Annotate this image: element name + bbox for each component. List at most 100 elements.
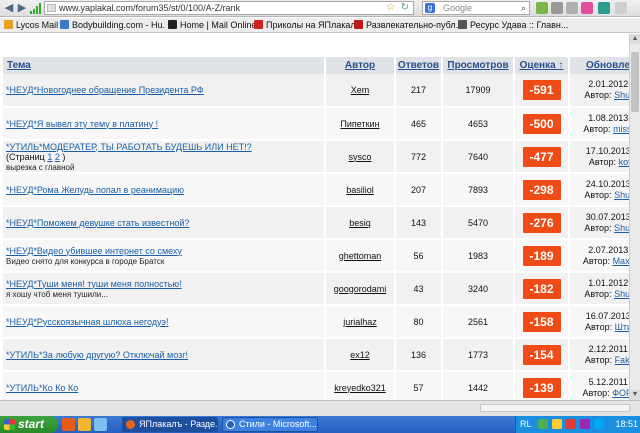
table-row: *НЕУД*Туши меня! туши меня полностью! я х… bbox=[3, 272, 629, 306]
topic-description: я хошу чтоб меня тушили... bbox=[6, 289, 108, 299]
tray-volume-icon[interactable] bbox=[552, 419, 562, 429]
column-header-rating[interactable]: Оценка ↑ bbox=[514, 57, 570, 74]
table-row: *НЕУД*Видео убившее интернет со смеху Вид… bbox=[3, 239, 629, 273]
column-header-topic[interactable]: Тема bbox=[3, 57, 326, 74]
author-link[interactable]: jurialhaz bbox=[343, 317, 377, 327]
signal-icon bbox=[30, 3, 42, 14]
topic-page-link[interactable]: 2 bbox=[55, 152, 60, 162]
scroll-up-icon[interactable]: ▲ bbox=[630, 34, 640, 44]
topic-page-link[interactable]: 1 bbox=[47, 152, 52, 162]
downloads-icon[interactable] bbox=[551, 2, 563, 14]
topic-title-link[interactable]: *УТИЛЬ*За любую другую? Отключай мозг! bbox=[6, 350, 188, 360]
replies-cell: 80 bbox=[395, 305, 443, 339]
topic-title-link[interactable]: *УТИЛЬ*Ко Ко Ко bbox=[6, 383, 78, 393]
author-cell: Xem bbox=[325, 74, 396, 108]
author-link[interactable]: kreyedko321 bbox=[334, 383, 386, 393]
bookmark-item[interactable]: Home | Mail Online bbox=[168, 19, 254, 32]
tray-messenger-icon[interactable] bbox=[594, 419, 604, 429]
google-icon[interactable]: g bbox=[425, 3, 435, 13]
author-link[interactable]: Пипеткин bbox=[340, 119, 379, 129]
last-update-author-link[interactable]: Shum bbox=[614, 289, 629, 299]
quicklaunch-folder-icon[interactable] bbox=[78, 418, 91, 431]
tray-antivirus-icon[interactable] bbox=[566, 419, 576, 429]
table-header-row: Тема Автор Ответов Просмотров Оценка ↑ О… bbox=[3, 57, 629, 74]
site-favicon-icon bbox=[47, 4, 56, 12]
topic-title-link[interactable]: *НЕУД*Новогоднее обращение Президента РФ bbox=[6, 85, 204, 95]
last-update-author-link[interactable]: Shum bbox=[614, 223, 629, 233]
last-update-author-link[interactable]: Shum bbox=[614, 90, 629, 100]
start-button[interactable]: start bbox=[0, 416, 58, 433]
horizontal-scrollbar[interactable] bbox=[480, 404, 630, 412]
last-update-cell: 2.01.2012 -Автор: Shum bbox=[569, 74, 629, 108]
last-update-label: Автор: bbox=[582, 255, 611, 266]
author-link[interactable]: Xem bbox=[351, 85, 370, 95]
topic-title-link[interactable]: *НЕУД*Рома Желудь попал в реанимацию bbox=[6, 185, 184, 195]
table-row: *НЕУД*Новогоднее обращение Президента РФ… bbox=[3, 74, 629, 108]
scrollbar-thumb[interactable] bbox=[631, 52, 639, 112]
last-update-date: 2.01.2012 - bbox=[588, 79, 629, 89]
column-header-replies[interactable]: Ответов bbox=[395, 57, 443, 74]
tray-app-icon[interactable] bbox=[580, 419, 590, 429]
reload-icon[interactable]: ↻ bbox=[401, 2, 409, 14]
language-indicator[interactable]: RL bbox=[520, 416, 532, 433]
shield-icon[interactable] bbox=[598, 2, 610, 14]
author-cell: basiliol bbox=[325, 173, 396, 207]
bookmark-item[interactable]: Ресурс Удава :: Главн... bbox=[458, 19, 626, 32]
home-icon[interactable] bbox=[566, 2, 578, 14]
bookmark-item[interactable]: Развлекательно-публ... bbox=[354, 19, 458, 32]
last-update-author-link[interactable]: kott bbox=[619, 157, 629, 167]
quicklaunch-browser-icon[interactable] bbox=[62, 418, 75, 431]
last-update-author-link[interactable]: Штир bbox=[615, 322, 629, 332]
topic-title-link[interactable]: *НЕУД*Русскоязычная шлюха негодуэ! bbox=[6, 317, 169, 327]
scroll-down-icon[interactable]: ▼ bbox=[630, 390, 640, 400]
search-bar[interactable]: g Google ⌕ bbox=[422, 1, 530, 15]
bookmarks-toolbar: Lycos Mail Bodybuilding.com - Hu... Home… bbox=[0, 18, 640, 33]
bookmark-item[interactable]: Приколы на ЯПлакалъ bbox=[254, 19, 356, 32]
taskbar-task-word[interactable]: Стили - Microsoft... bbox=[222, 417, 318, 432]
last-update-author-link[interactable]: Maxim bbox=[613, 256, 629, 266]
author-link[interactable]: ghettoman bbox=[339, 251, 382, 261]
url-bar[interactable]: www.yaplakal.com/forum35/st/0/100/A-Z/ra… bbox=[44, 1, 414, 15]
topic-cell: *НЕУД*Рома Желудь попал в реанимацию bbox=[3, 173, 326, 207]
author-link[interactable]: besiq bbox=[349, 218, 371, 228]
topic-title-link[interactable]: *УТИЛЬ*МОДЕРАТЕР, ТЫ РАБОТАТЬ БУДЕШЬ ИЛИ… bbox=[6, 142, 252, 152]
bookmark-star-icon[interactable]: ☆ bbox=[386, 2, 395, 14]
word-icon bbox=[226, 420, 235, 429]
extension-icon[interactable] bbox=[581, 2, 593, 14]
addon-icon[interactable] bbox=[536, 2, 548, 14]
tray-network-icon[interactable] bbox=[538, 419, 548, 429]
author-link[interactable]: sysco bbox=[348, 152, 371, 162]
bookmark-item[interactable]: Bodybuilding.com - Hu... bbox=[60, 19, 165, 32]
topic-title-link[interactable]: *НЕУД*Поможем девушке стать известной? bbox=[6, 218, 189, 228]
author-link[interactable]: ex12 bbox=[350, 350, 370, 360]
rating-badge: -298 bbox=[522, 179, 561, 200]
topic-title-link[interactable]: *НЕУД*Видео убившее интернет со смеху bbox=[6, 246, 182, 256]
search-input[interactable]: Google bbox=[443, 3, 472, 13]
last-update-cell: 5.12.2011 -Автор: ФОРМ bbox=[569, 371, 629, 400]
rating-badge: -139 bbox=[522, 377, 561, 398]
column-header-updated[interactable]: Обновлен bbox=[569, 57, 629, 74]
back-icon[interactable]: ◀ bbox=[2, 1, 16, 15]
url-text: www.yaplakal.com/forum35/st/0/100/A-Z/ra… bbox=[59, 3, 241, 13]
last-update-date: 5.12.2011 - bbox=[588, 376, 629, 387]
topic-title-link[interactable]: *НЕУД*Туши меня! туши меня полностью! bbox=[6, 279, 182, 289]
last-update-author-link[interactable]: missja bbox=[613, 124, 629, 134]
quicklaunch-desktop-icon[interactable] bbox=[94, 418, 107, 431]
last-update-author-link[interactable]: Shum bbox=[614, 190, 629, 200]
author-cell: Пипеткин bbox=[325, 107, 396, 141]
forward-icon[interactable]: ▶ bbox=[15, 1, 29, 15]
topic-title-link[interactable]: *НЕУД*Я вывел эту тему в платину ! bbox=[6, 119, 158, 129]
last-update-author-link[interactable]: ФОРМ bbox=[612, 388, 629, 398]
vertical-scrollbar[interactable]: ▲ ▼ bbox=[629, 34, 640, 400]
bookmark-item[interactable]: Lycos Mail bbox=[4, 19, 62, 32]
menu-icon[interactable] bbox=[615, 2, 627, 14]
last-update-author-link[interactable]: Faktu bbox=[615, 355, 629, 365]
column-header-author[interactable]: Автор bbox=[325, 57, 396, 74]
rating-badge: -154 bbox=[522, 344, 561, 365]
taskbar-task-firefox[interactable]: ЯПлакалъ - Разде... bbox=[122, 417, 218, 432]
search-icon[interactable]: ⌕ bbox=[521, 2, 526, 14]
replies-cell: 43 bbox=[395, 272, 443, 306]
author-link[interactable]: googorodami bbox=[334, 284, 387, 294]
column-header-views[interactable]: Просмотров bbox=[442, 57, 515, 74]
author-link[interactable]: basiliol bbox=[346, 185, 374, 195]
